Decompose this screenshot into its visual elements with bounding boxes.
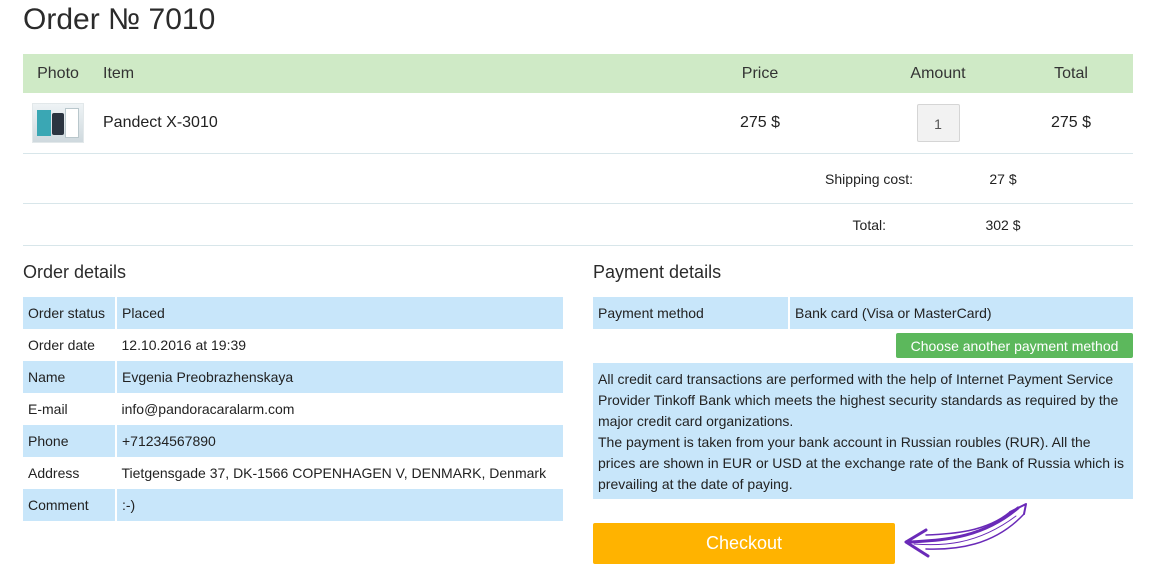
item-price: 275 $ (739, 114, 781, 131)
detail-row-comment: Comment :-) (23, 489, 563, 521)
detail-value: Placed (116, 297, 563, 329)
quantity-field[interactable]: 1 (916, 104, 960, 142)
amount-cell: 1 (867, 104, 1009, 142)
payment-info-note: All credit card transactions are perform… (593, 363, 1133, 499)
item-name[interactable]: Pandect X-3010 (93, 114, 653, 132)
choose-payment-method-button[interactable]: Choose another payment method (896, 333, 1133, 358)
total-row: Total: 302 $ (23, 204, 1133, 246)
payment-details-title: Payment details (593, 262, 722, 282)
detail-label: Order status (23, 297, 117, 329)
detail-row-phone: Phone +71234567890 (23, 425, 563, 457)
detail-value: Tietgensgade 37, DK-1566 COPENHAGEN V, D… (121, 465, 547, 481)
header-amount: Amount (910, 64, 966, 82)
detail-label: Order date (23, 329, 117, 361)
checkout-button[interactable]: Checkout (593, 523, 895, 564)
hand-drawn-arrow-icon (904, 503, 1027, 558)
page-title: Order № 7010 (23, 3, 216, 36)
header-total: Total (1054, 64, 1088, 82)
detail-row-date: Order date 12.10.2016 at 19:39 (23, 329, 563, 361)
detail-value: 12.10.2016 at 19:39 (121, 337, 247, 353)
detail-value: +71234567890 (116, 425, 563, 457)
items-table-header: Photo Item Price Amount Total (23, 54, 1133, 93)
detail-label: Address (23, 457, 117, 489)
shipping-value: 27 $ (989, 170, 1017, 187)
total-label: Total: (852, 216, 886, 233)
photo-cell (23, 103, 93, 143)
detail-label: Comment (23, 489, 117, 521)
item-total: 275 $ (1050, 114, 1092, 131)
shipping-label: Shipping cost: (825, 170, 913, 187)
header-item: Item (103, 64, 135, 82)
payment-details-table: Payment method Bank card (Visa or Master… (593, 297, 1133, 329)
payment-note-security: All credit card transactions are perform… (598, 371, 1119, 429)
order-details-title: Order details (23, 262, 127, 282)
detail-value: Evgenia Preobrazhenskaya (116, 361, 563, 393)
detail-value: :-) (116, 489, 563, 521)
detail-row-name: Name Evgenia Preobrazhenskaya (23, 361, 563, 393)
detail-label: Phone (23, 425, 117, 457)
total-value: 302 $ (985, 216, 1021, 233)
payment-method-row: Payment method Bank card (Visa or Master… (593, 297, 1133, 329)
detail-value: info@pandoracaralarm.com (121, 401, 295, 417)
table-row: Pandect X-3010 275 $ 1 275 $ (23, 93, 1133, 154)
detail-row-email: E-mail info@pandoracaralarm.com (23, 393, 563, 425)
detail-label: Name (23, 361, 117, 393)
payment-method-label: Payment method (593, 297, 790, 329)
payment-method-value: Bank card (Visa or MasterCard) (789, 297, 1133, 329)
header-price: Price (741, 64, 779, 82)
order-items-table: Photo Item Price Amount Total Pandect X-… (23, 54, 1133, 246)
detail-row-address: Address Tietgensgade 37, DK-1566 COPENHA… (23, 457, 563, 489)
detail-row-status: Order status Placed (23, 297, 563, 329)
header-photo: Photo (37, 64, 79, 82)
order-details-table: Order status Placed Order date 12.10.201… (23, 297, 563, 521)
shipping-row: Shipping cost: 27 $ (23, 154, 1133, 204)
product-thumbnail-icon[interactable] (32, 103, 84, 143)
detail-label: E-mail (23, 393, 117, 425)
payment-note-currency: The payment is taken from your bank acco… (598, 434, 1125, 492)
